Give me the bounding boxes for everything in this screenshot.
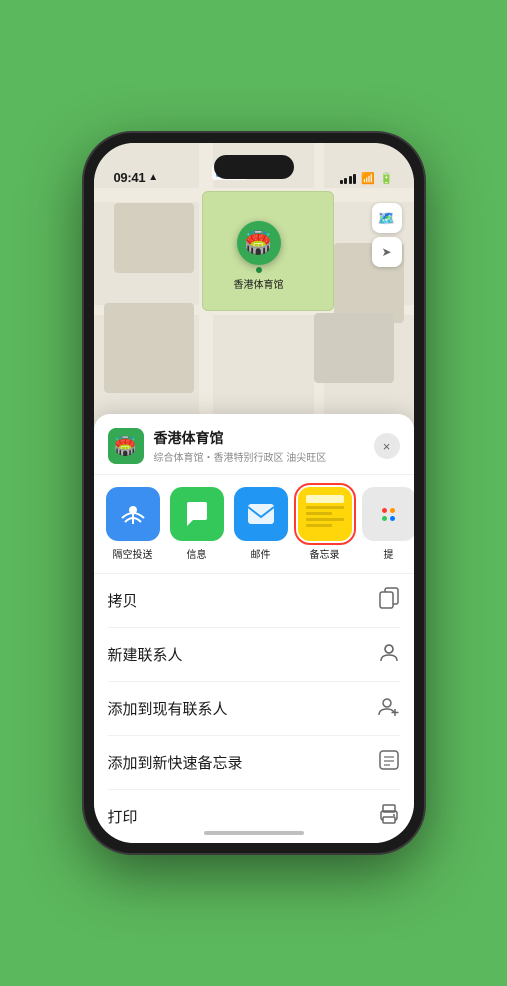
map-block-4 (104, 303, 194, 393)
notes-icon-wrap (298, 487, 352, 541)
signal-bars (340, 174, 357, 184)
place-info: 香港体育馆 综合体育馆・香港特别行政区 油尖旺区 (154, 428, 364, 464)
print-icon (378, 803, 400, 830)
map-block-1 (114, 203, 194, 273)
more-dots (382, 508, 395, 521)
place-icon: 🏟️ (108, 428, 144, 464)
dot-blue (390, 516, 395, 521)
signal-bar-2 (344, 178, 347, 184)
wifi-icon: 📶 (361, 172, 375, 185)
pin-label: 香港体育馆 (234, 276, 284, 291)
message-icon (170, 487, 224, 541)
notes-line-2 (306, 512, 333, 515)
person-icon (378, 641, 400, 668)
note-icon (378, 749, 400, 776)
notes-line-1 (306, 506, 344, 509)
action-list: 拷贝 新建联系人 (94, 574, 414, 843)
place-subtitle: 综合体育馆・香港特别行政区 油尖旺区 (154, 449, 364, 464)
notes-top-bar (306, 495, 344, 503)
place-header: 🏟️ 香港体育馆 综合体育馆・香港特别行政区 油尖旺区 × (94, 414, 414, 475)
map-controls: 🗺️ ➤ (372, 203, 402, 267)
mail-icon (234, 487, 288, 541)
navigation-icon: ▲ (148, 172, 158, 183)
action-add-existing-contact[interactable]: 添加到现有联系人 (108, 682, 400, 736)
action-quick-note-label: 添加到新快速备忘录 (108, 752, 243, 773)
airdrop-icon (106, 487, 160, 541)
message-label: 信息 (187, 546, 207, 561)
more-icon (362, 487, 414, 541)
action-new-contact[interactable]: 新建联系人 (108, 628, 400, 682)
signal-bar-1 (340, 180, 343, 184)
dot-orange (390, 508, 395, 513)
notes-icon (298, 487, 352, 541)
dot-red (382, 508, 387, 513)
signal-bar-4 (353, 174, 356, 184)
action-print-label: 打印 (108, 806, 138, 827)
status-time: 09:41 (114, 170, 146, 185)
share-item-message[interactable]: 信息 (168, 487, 226, 561)
notes-line-3 (306, 518, 344, 521)
battery-icon: 🔋 (380, 172, 394, 185)
map-type-button[interactable]: 🗺️ (372, 203, 402, 233)
bottom-sheet: 🏟️ 香港体育馆 综合体育馆・香港特别行政区 油尖旺区 × (94, 414, 414, 843)
pin-dot (256, 267, 262, 273)
action-add-existing-label: 添加到现有联系人 (108, 698, 228, 719)
stadium-pin: 🏟️ 香港体育馆 (234, 221, 284, 291)
action-quick-note[interactable]: 添加到新快速备忘录 (108, 736, 400, 790)
dot-green (382, 516, 387, 521)
place-name: 香港体育馆 (154, 428, 364, 448)
copy-icon (378, 587, 400, 614)
phone-frame: 09:41 ▲ 📶 🔋 (84, 133, 424, 853)
home-indicator (204, 831, 304, 835)
share-item-airdrop[interactable]: 隔空投送 (104, 487, 162, 561)
pin-circle: 🏟️ (237, 221, 281, 265)
close-button[interactable]: × (374, 433, 400, 459)
share-item-notes[interactable]: 备忘录 (296, 487, 354, 561)
status-icons: 📶 🔋 (340, 172, 394, 185)
action-new-contact-label: 新建联系人 (108, 644, 183, 665)
notes-label: 备忘录 (310, 546, 340, 561)
share-row: 隔空投送 信息 (94, 475, 414, 574)
person-add-icon (378, 695, 400, 722)
action-copy-label: 拷贝 (108, 590, 138, 611)
location-button[interactable]: ➤ (372, 237, 402, 267)
map-block-5 (314, 313, 394, 383)
mail-label: 邮件 (251, 546, 271, 561)
signal-bar-3 (349, 176, 352, 184)
action-copy[interactable]: 拷贝 (108, 574, 400, 628)
share-item-more[interactable]: 提 (360, 487, 414, 561)
action-print[interactable]: 打印 (108, 790, 400, 843)
airdrop-label: 隔空投送 (113, 546, 153, 561)
more-label: 提 (384, 546, 394, 561)
pin-icon: 🏟️ (245, 230, 272, 256)
dynamic-island (214, 155, 294, 179)
phone-screen: 09:41 ▲ 📶 🔋 (94, 143, 414, 843)
share-item-mail[interactable]: 邮件 (232, 487, 290, 561)
notes-line-4 (306, 524, 333, 527)
